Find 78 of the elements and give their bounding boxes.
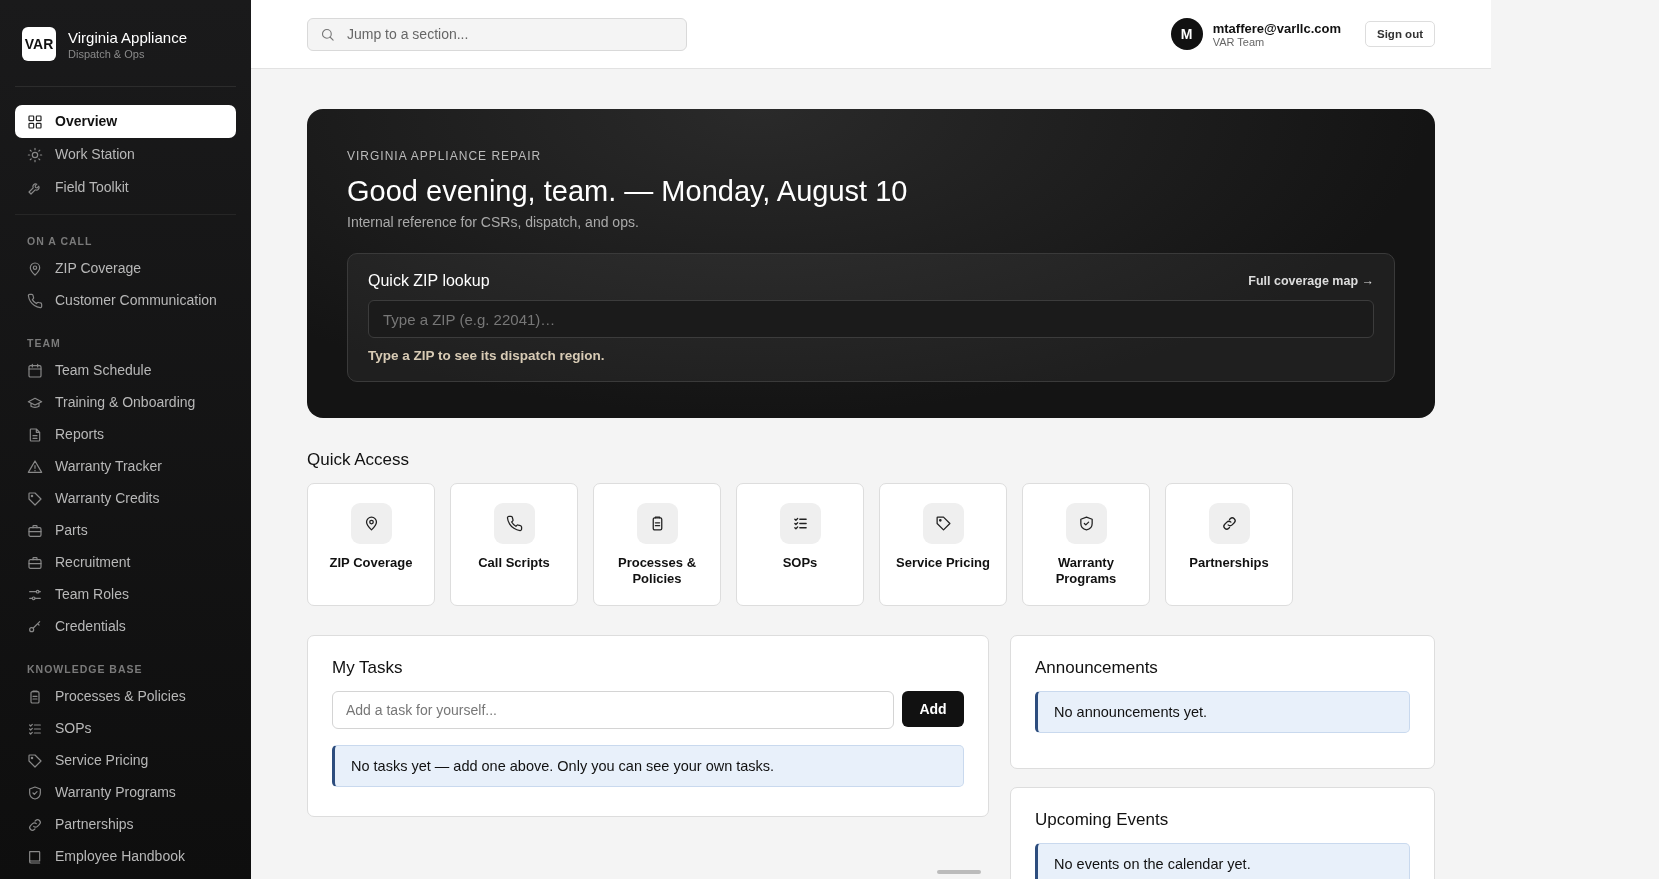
zip-hint: Type a ZIP to see its dispatch region. bbox=[368, 348, 606, 363]
book-icon bbox=[27, 848, 43, 865]
section-title: Quick Access bbox=[307, 450, 411, 470]
nav-item[interactable]: Team Roles bbox=[15, 579, 236, 611]
panel-title: Quick ZIP lookup bbox=[368, 272, 490, 290]
card-title: Announcements bbox=[1035, 658, 1159, 678]
nav-item[interactable]: Recruitment bbox=[15, 547, 236, 579]
logo: VAR bbox=[22, 27, 56, 61]
greeting-heading: Good evening, team. — Monday, August 10 bbox=[347, 175, 909, 208]
avatar: M bbox=[1170, 18, 1203, 50]
link-icon bbox=[27, 816, 43, 833]
nav-item[interactable]: ZIP Coverage bbox=[15, 253, 236, 285]
quick-access-card[interactable]: Service Pricing bbox=[879, 483, 1007, 606]
coverage-map-link[interactable]: Full coverage map → bbox=[1248, 274, 1374, 288]
nav-item[interactable]: Reports bbox=[15, 419, 236, 451]
section-heading: TEAM bbox=[26, 336, 62, 351]
sun-icon bbox=[27, 146, 43, 163]
empty-message: No announcements yet. bbox=[1035, 691, 1410, 733]
app-subtitle: Dispatch & Ops bbox=[68, 47, 146, 60]
hero-eyebrow: VIRGINIA APPLIANCE REPAIR bbox=[347, 149, 543, 163]
app-title: Virginia Appliance bbox=[68, 28, 187, 46]
grid-icon bbox=[27, 113, 43, 130]
nav-item[interactable]: Field Toolkit bbox=[15, 171, 236, 204]
warning-icon bbox=[27, 458, 43, 475]
key-icon bbox=[27, 618, 43, 635]
nav-item[interactable]: Warranty Programs bbox=[15, 777, 236, 809]
drag-handle[interactable] bbox=[937, 870, 981, 874]
document-icon bbox=[27, 426, 43, 443]
nav-item[interactable]: Credentials bbox=[15, 611, 236, 643]
link-icon bbox=[1220, 515, 1238, 532]
nav-item[interactable]: Overview bbox=[15, 105, 236, 138]
hero-subtitle: Internal reference for CSRs, dispatch, and ops. bbox=[347, 214, 640, 230]
tag-icon bbox=[27, 490, 43, 507]
card-title: Upcoming Events bbox=[1035, 810, 1170, 830]
zip-input[interactable]: Type a ZIP (e.g. 22041)… bbox=[368, 300, 1374, 338]
nav-item[interactable]: Team Schedule bbox=[15, 355, 236, 387]
nav-item[interactable]: Parts bbox=[15, 515, 236, 547]
calendar-icon bbox=[27, 362, 43, 379]
phone-icon bbox=[505, 515, 523, 532]
user-email: mtaffere@varllc.com bbox=[1212, 20, 1341, 36]
briefcase-icon bbox=[27, 554, 43, 571]
quick-access-card[interactable]: Warranty Programs bbox=[1022, 483, 1150, 606]
section-heading: KNOWLEDGE BASE bbox=[26, 662, 144, 677]
sign-out-button[interactable]: Sign out bbox=[1365, 21, 1435, 47]
nav-item[interactable]: Employee Handbook bbox=[15, 841, 236, 873]
nav-item[interactable]: Partnerships bbox=[15, 809, 236, 841]
task-input[interactable]: Add a task for yourself... bbox=[332, 691, 894, 729]
quick-access-card[interactable]: Processes & Policies bbox=[593, 483, 721, 606]
section-heading: ON A CALL bbox=[26, 234, 94, 249]
checklist-icon bbox=[791, 515, 809, 532]
nav-item[interactable]: SOPs bbox=[15, 713, 236, 745]
nav-item[interactable]: Processes & Policies bbox=[15, 681, 236, 713]
shield-icon bbox=[27, 784, 43, 801]
quick-access-card[interactable]: SOPs bbox=[736, 483, 864, 606]
quick-access-card[interactable]: ZIP Coverage bbox=[307, 483, 435, 606]
nav-item[interactable]: Warranty Tracker bbox=[15, 451, 236, 483]
nav-item[interactable]: Work Station bbox=[15, 138, 236, 171]
tag-icon bbox=[27, 752, 43, 769]
nav-item[interactable]: Warranty Credits bbox=[15, 483, 236, 515]
briefcase-icon bbox=[27, 522, 43, 539]
shield-icon bbox=[1077, 515, 1095, 532]
empty-message: No events on the calendar yet. bbox=[1035, 843, 1410, 879]
nav-item[interactable]: Customer Communication bbox=[15, 285, 236, 317]
search-input[interactable]: Jump to a section... bbox=[345, 25, 674, 43]
user-team: VAR Team bbox=[1212, 35, 1266, 48]
map-pin-icon bbox=[27, 260, 43, 277]
tag-icon bbox=[934, 515, 952, 532]
search-icon bbox=[320, 26, 335, 42]
search-field[interactable]: Jump to a section... bbox=[307, 17, 687, 51]
card-title: My Tasks bbox=[332, 658, 404, 678]
quick-access-card[interactable]: Call Scripts bbox=[450, 483, 578, 606]
clipboard-icon bbox=[27, 688, 43, 705]
nav-item[interactable]: Training & Onboarding bbox=[15, 387, 236, 419]
phone-icon bbox=[27, 292, 43, 309]
quick-access-card[interactable]: Partnerships bbox=[1165, 483, 1293, 606]
empty-message: No tasks yet — add one above. Only you can see your own tasks. bbox=[332, 745, 964, 787]
nav-item[interactable]: Service Pricing bbox=[15, 745, 236, 777]
add-button[interactable]: Add bbox=[902, 691, 964, 727]
